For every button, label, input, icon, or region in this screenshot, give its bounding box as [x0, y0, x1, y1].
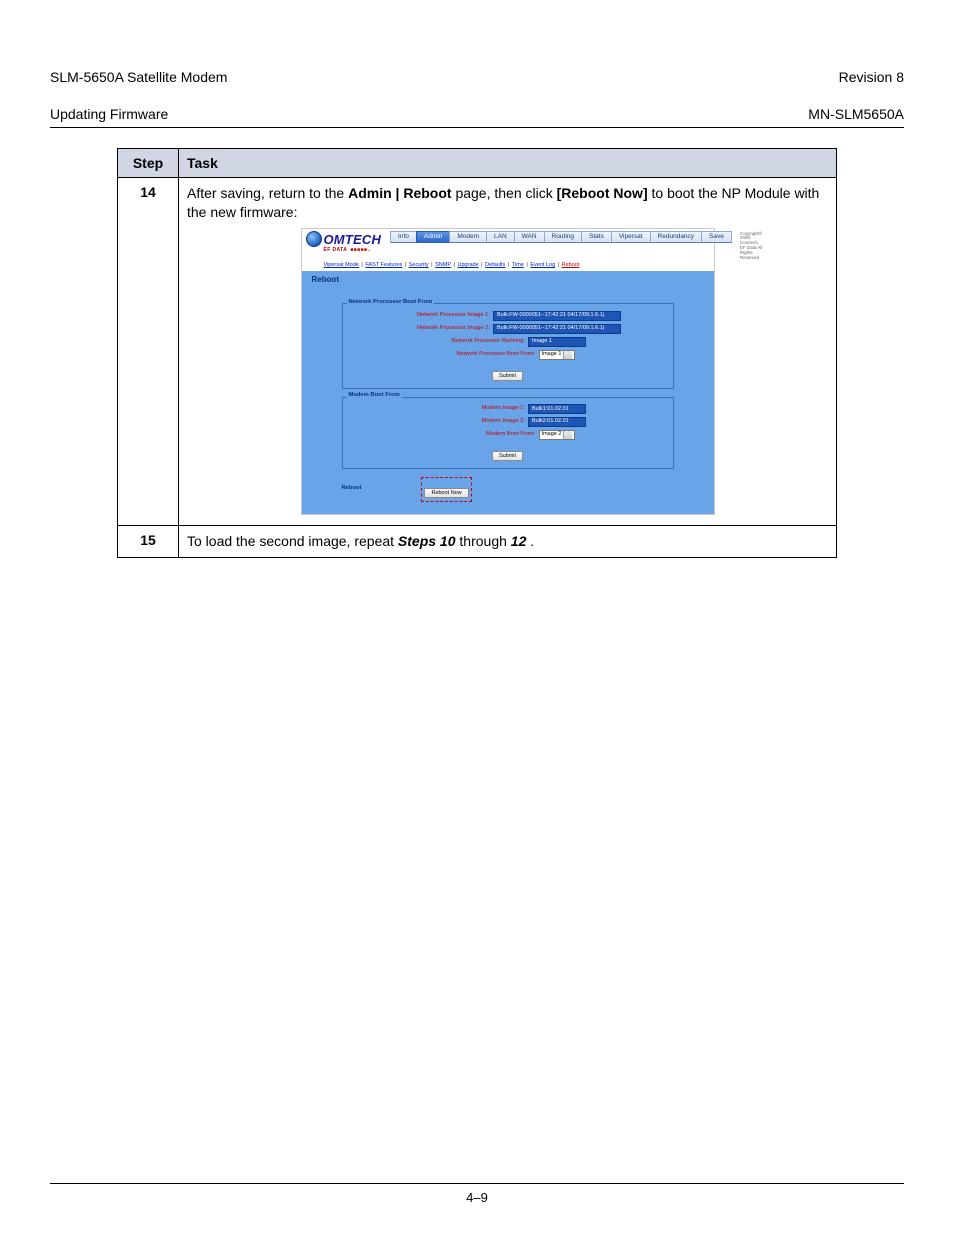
subnav-vipersat-mode[interactable]: Vipersat Mode: [324, 262, 359, 268]
page-header: SLM-5650A Satellite Modem Updating Firmw…: [50, 50, 904, 123]
subnav-security[interactable]: Security: [409, 262, 429, 268]
field-value: Image 1: [528, 337, 586, 347]
reboot-legend: Reboot: [342, 485, 362, 493]
doc-title-left-2: Updating Firmware: [50, 106, 168, 122]
field-value: Bulk:FW-0000051--17:42:21 04/17/09;1.6.1…: [493, 324, 621, 334]
logo: OMTECH: [306, 231, 382, 249]
tab-admin[interactable]: Admin: [416, 231, 450, 244]
globe-icon: [306, 231, 322, 247]
field-label: Network Processor Image 2:: [394, 325, 490, 333]
modem-select-label: Modem Boot From:: [440, 431, 536, 439]
table-row: 15 To load the second image, repeat Step…: [118, 525, 837, 557]
np-legend: Network Processor Boot From: [347, 299, 435, 307]
modem-legend: Modem Boot From: [347, 392, 402, 400]
step-15-task: To load the second image, repeat Steps 1…: [179, 525, 837, 557]
table-row: 14 After saving, return to the Admin | R…: [118, 177, 837, 525]
subnav-upgrade[interactable]: Upgrade: [458, 262, 479, 268]
subnav-fast-features[interactable]: FAST Features: [365, 262, 402, 268]
np-boot-panel: Network Processor Boot From Network Proc…: [342, 303, 674, 388]
reboot-highlight: Reboot Now: [421, 477, 471, 502]
step-14-task: After saving, return to the Admin | Rebo…: [179, 177, 837, 525]
subnav-defaults[interactable]: Defaults: [485, 262, 505, 268]
step-15-num: 15: [118, 525, 179, 557]
modem-boot-select[interactable]: Image 2: [539, 430, 576, 440]
page-footer: 4–9: [50, 1183, 904, 1205]
logo-subtext-1: EF DATA: [324, 247, 348, 254]
np-boot-select[interactable]: Image 1: [539, 350, 576, 360]
modem-submit-button[interactable]: Submit: [492, 451, 523, 461]
tab-routing[interactable]: Routing: [544, 231, 582, 244]
doc-title-left-1: SLM-5650A Satellite Modem: [50, 69, 227, 85]
tab-redundancy[interactable]: Redundancy: [650, 231, 703, 244]
tab-modem[interactable]: Modem: [449, 231, 487, 244]
modem-boot-panel: Modem Boot From Modem Image 1:Bulk1:01.0…: [342, 397, 674, 469]
tab-lan[interactable]: LAN: [486, 231, 515, 244]
np-submit-button[interactable]: Submit: [492, 371, 523, 381]
field-label: Modem Image 1:: [429, 405, 525, 413]
field-label: Network Processor Image 1:: [394, 312, 490, 320]
field-label: Network Processor Running:: [429, 338, 525, 346]
col-task: Task: [179, 148, 837, 177]
tab-vipersat[interactable]: Vipersat: [611, 231, 651, 244]
page-title: Reboot: [312, 275, 708, 286]
logo-text: OMTECH: [324, 231, 382, 249]
top-nav: InfoAdminModemLANWANRoutingStatsVipersat…: [391, 231, 732, 244]
doc-title-right-1: Revision 8: [839, 69, 904, 85]
field-label: Modem Image 2:: [429, 418, 525, 426]
sub-nav: Vipersat Mode | FAST Features | Security…: [302, 261, 714, 270]
page-number: 4–9: [466, 1190, 488, 1205]
subnav-reboot[interactable]: Reboot: [562, 262, 580, 268]
col-step: Step: [118, 148, 179, 177]
np-select-label: Network Processor Boot From:: [440, 351, 536, 359]
subnav-snmp[interactable]: SNMP: [435, 262, 451, 268]
tab-save[interactable]: Save: [701, 231, 732, 244]
doc-title-right-2: MN-SLM5650A: [808, 106, 904, 122]
reboot-panel: Reboot Reboot Now: [342, 477, 674, 502]
tab-wan[interactable]: WAN: [514, 231, 545, 244]
reboot-now-button[interactable]: Reboot Now: [424, 488, 468, 498]
field-value: Bulk2:01.02.01: [528, 417, 586, 427]
embedded-screenshot: OMTECH EF DATA ■■■■■.. InfoAdminModemLAN…: [301, 228, 715, 515]
subnav-event-log[interactable]: Event Log: [530, 262, 555, 268]
subnav-time[interactable]: Time: [512, 262, 524, 268]
logo-subtext-2: ■■■■■..: [350, 247, 371, 254]
field-value: Bulk:FW-0000051--17:42:21 04/17/09;1.6.1…: [493, 311, 621, 321]
tab-info[interactable]: Info: [390, 231, 417, 244]
field-value: Bulk1:01.02.01: [528, 404, 586, 414]
step-14-num: 14: [118, 177, 179, 525]
steps-table: Step Task 14 After saving, return to the…: [117, 148, 837, 558]
tab-stats[interactable]: Stats: [581, 231, 612, 244]
header-rule: [50, 127, 904, 128]
copyright: Copyright© 2009 Comtech EF Data All Righ…: [740, 232, 763, 262]
